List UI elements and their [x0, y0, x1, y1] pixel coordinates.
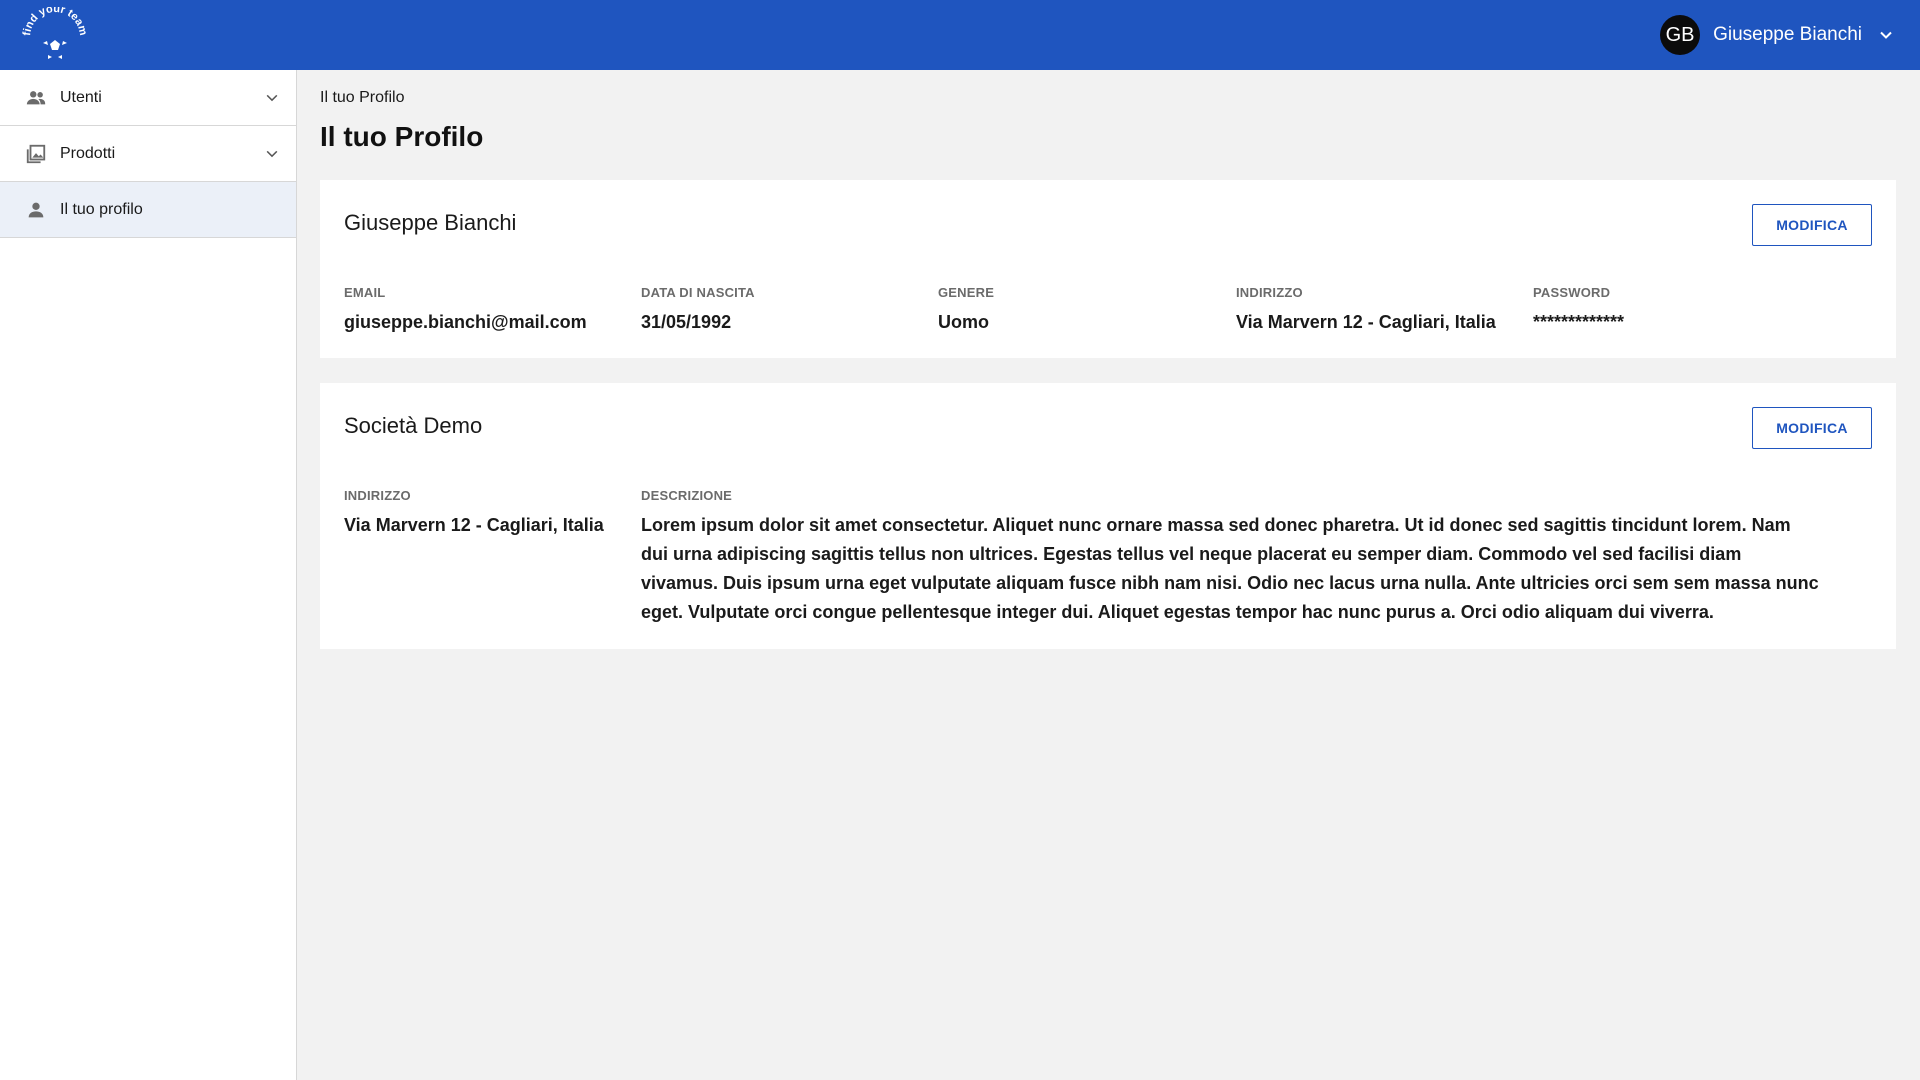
person-icon [24, 198, 48, 222]
sidebar: Utenti Prodotti Il tuo profilo [0, 70, 297, 1080]
sidebar-item-label: Utenti [60, 88, 102, 106]
breadcrumb[interactable]: Il tuo Profilo [320, 89, 1896, 107]
address-field: INDIRIZZO Via Marvern 12 - Cagliari, Ita… [1236, 285, 1496, 337]
field-label: PASSWORD [1533, 285, 1611, 300]
password-field: PASSWORD ************* [1533, 285, 1624, 337]
soccer-ball-logo-icon: find your team [21, 3, 89, 59]
field-value: ************* [1533, 312, 1625, 332]
field-label: DESCRIZIONE [641, 488, 733, 503]
field-value: Via Marvern 12 - Cagliari, Italia [1236, 312, 1496, 332]
user-menu[interactable]: GB Giuseppe Bianchi [1660, 15, 1894, 55]
field-value: giuseppe.bianchi@mail.com [344, 312, 587, 332]
edit-company-button[interactable]: MODIFICA [1752, 407, 1872, 449]
users-icon [24, 86, 48, 110]
edit-profile-button[interactable]: MODIFICA [1752, 204, 1872, 246]
field-value: Uomo [938, 312, 989, 332]
svg-text:find your team: find your team [22, 7, 88, 37]
logo[interactable]: find your team [21, 3, 89, 63]
field-label: DATA DI NASCITA [641, 285, 755, 300]
sidebar-item-label: Prodotti [60, 144, 116, 162]
field-value: Via Marvern 12 - Cagliari, Italia [344, 515, 604, 535]
email-field: EMAIL giuseppe.bianchi@mail.com [344, 285, 587, 337]
page-title: Il tuo Profilo [320, 121, 484, 152]
field-label: INDIRIZZO [1236, 285, 1303, 300]
gallery-icon [24, 142, 48, 166]
field-label: GENERE [938, 285, 995, 300]
field-value: 31/05/1992 [641, 312, 732, 332]
gender-field: GENERE Uomo [938, 285, 994, 337]
sidebar-item-utenti[interactable]: Utenti [0, 70, 296, 126]
chevron-down-icon [260, 86, 284, 110]
top-bar: find your team GB Giuseppe Bianchi [0, 0, 1920, 70]
field-value: Lorem ipsum dolor sit amet consectetur. … [641, 515, 1819, 622]
avatar: GB [1660, 15, 1701, 55]
chevron-down-icon [1880, 31, 1892, 39]
sidebar-item-label: Il tuo profilo [60, 200, 143, 218]
company-card: Società Demo MODIFICA INDIRIZZO Via Marv… [320, 383, 1896, 649]
field-label: EMAIL [344, 285, 386, 300]
company-address-field: INDIRIZZO Via Marvern 12 - Cagliari, Ita… [344, 488, 604, 540]
user-name: Giuseppe Bianchi [1713, 24, 1862, 45]
sidebar-item-profilo[interactable]: Il tuo profilo [0, 182, 296, 238]
chevron-down-icon [260, 142, 284, 166]
main-content: Il tuo Profilo Il tuo Profilo Giuseppe B… [320, 70, 1896, 649]
description-field: DESCRIZIONE Lorem ipsum dolor sit amet c… [641, 488, 1821, 627]
logo-text: find your team [21, 3, 89, 37]
profile-card: Giuseppe Bianchi MODIFICA EMAIL giuseppe… [320, 180, 1896, 358]
company-card-title: Società Demo [344, 413, 483, 438]
field-label: INDIRIZZO [344, 488, 411, 503]
sidebar-item-prodotti[interactable]: Prodotti [0, 126, 296, 182]
birthdate-field: DATA DI NASCITA 31/05/1992 [641, 285, 755, 337]
profile-card-title: Giuseppe Bianchi [344, 210, 517, 235]
